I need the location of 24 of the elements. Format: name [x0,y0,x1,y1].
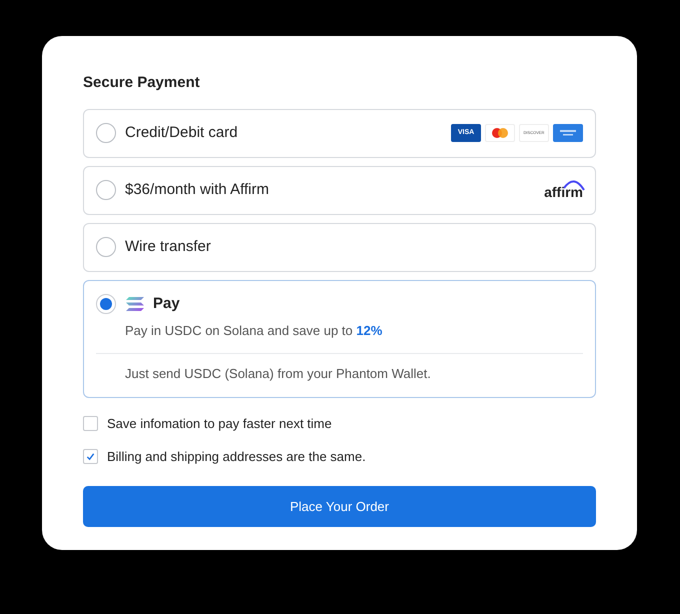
option-label: Pay [153,294,180,314]
option-description: Pay in USDC on Solana and save up to 12% [125,322,384,340]
checkmark-icon [86,452,95,461]
card-brand-icon [553,124,583,142]
section-title: Secure Payment [83,73,201,93]
payment-option[interactable]: Pay Pay in USDC on Solana and save up to 12% Just send USDC (Solana) from your Phantom Wallet. [83,280,596,398]
payment-option[interactable]: $36/month with Affirm affirm [83,166,596,214]
checkbox-label: Save infomation to pay faster next time [107,415,332,433]
option-note: Just send USDC (Solana) from your Phantom Wallet. [125,364,432,383]
radio-button[interactable] [96,237,116,257]
affirm-logo: affirm [544,178,583,202]
checkbox[interactable] [83,448,98,464]
option-label: Credit/Debit card [125,122,238,143]
place-order-button[interactable]: Place Your Order [83,486,596,527]
radio-button[interactable] [96,123,116,143]
radio-button[interactable] [96,180,116,200]
payment-option[interactable]: Wire transfer [83,222,596,272]
checkbox-label: Billing and shipping addresses are the same. [107,448,366,466]
radio-button[interactable] [96,294,116,314]
checkbox[interactable] [83,416,98,432]
option-label: $36/month with Affirm [125,180,269,200]
mastercard-logo [485,124,515,142]
solana-logo-icon [125,296,145,312]
option-label: Wire transfer [125,236,211,257]
